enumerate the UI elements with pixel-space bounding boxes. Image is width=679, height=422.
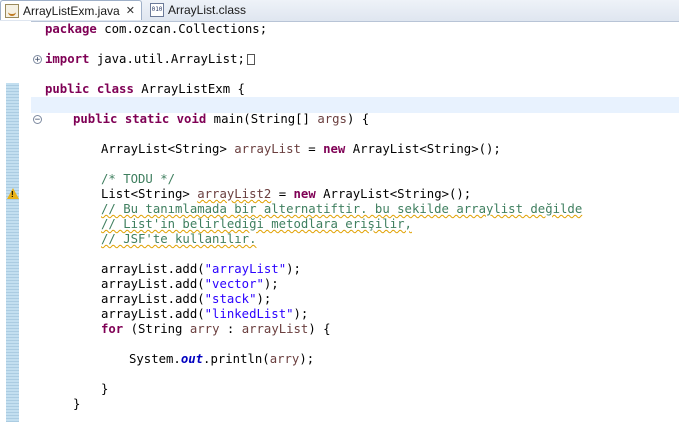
tab-label: ArrayList.class [168,3,247,17]
code-line: // List'in belirlediği metodlara erişili… [101,217,412,231]
code-line: // Bu tanımlamada bir alternatiftir. bu … [101,202,583,216]
code-line: import java.util.ArrayList; [45,52,255,67]
tab-arraylist-class[interactable]: 010 ArrayList.class [146,0,276,20]
change-ruler-band [6,83,19,422]
code-line: } [101,382,109,396]
code-line: System.out.println(arry); [129,352,315,366]
code-line: arrayList.add("arrayList"); [101,262,301,276]
warning-icon[interactable]: ! [7,188,19,200]
folded-imports-marker[interactable] [246,54,255,65]
tab-label: ArrayListExm.java [23,3,120,18]
tab-arraylistexm-java[interactable]: ArrayListExm.java ✕ [0,0,142,20]
current-line-highlight [31,97,679,113]
fold-collapse-icon[interactable]: − [33,115,42,125]
fold-expand-icon[interactable]: + [33,55,42,65]
code-line: arrayList.add("stack"); [101,292,272,306]
java-file-icon [5,3,19,18]
code-line: arrayList.add("linkedList"); [101,307,309,321]
code-line: public static void main(String[] args) { [73,112,370,126]
code-line: public class ArrayListExm { [45,82,245,96]
editor-tab-bar: ArrayListExm.java ✕ 010 ArrayList.class [0,0,679,22]
code-line: ArrayList<String> arrayList = new ArrayL… [101,142,501,156]
code-line: arrayList.add("vector"); [101,277,279,291]
class-file-icon: 010 [150,3,164,17]
code-line: List<String> arrayList2 = new ArrayList<… [101,187,472,201]
code-line: } [73,397,81,411]
close-icon[interactable]: ✕ [126,4,135,17]
code-line: // JSF'te kullanılır. [101,232,257,246]
code-line: /* TODU */ [101,172,176,186]
left-ruler [0,21,31,422]
code-line: for (String arry : arrayList) { [101,322,331,336]
code-line: package com.ozcan.Collections; [45,22,268,36]
